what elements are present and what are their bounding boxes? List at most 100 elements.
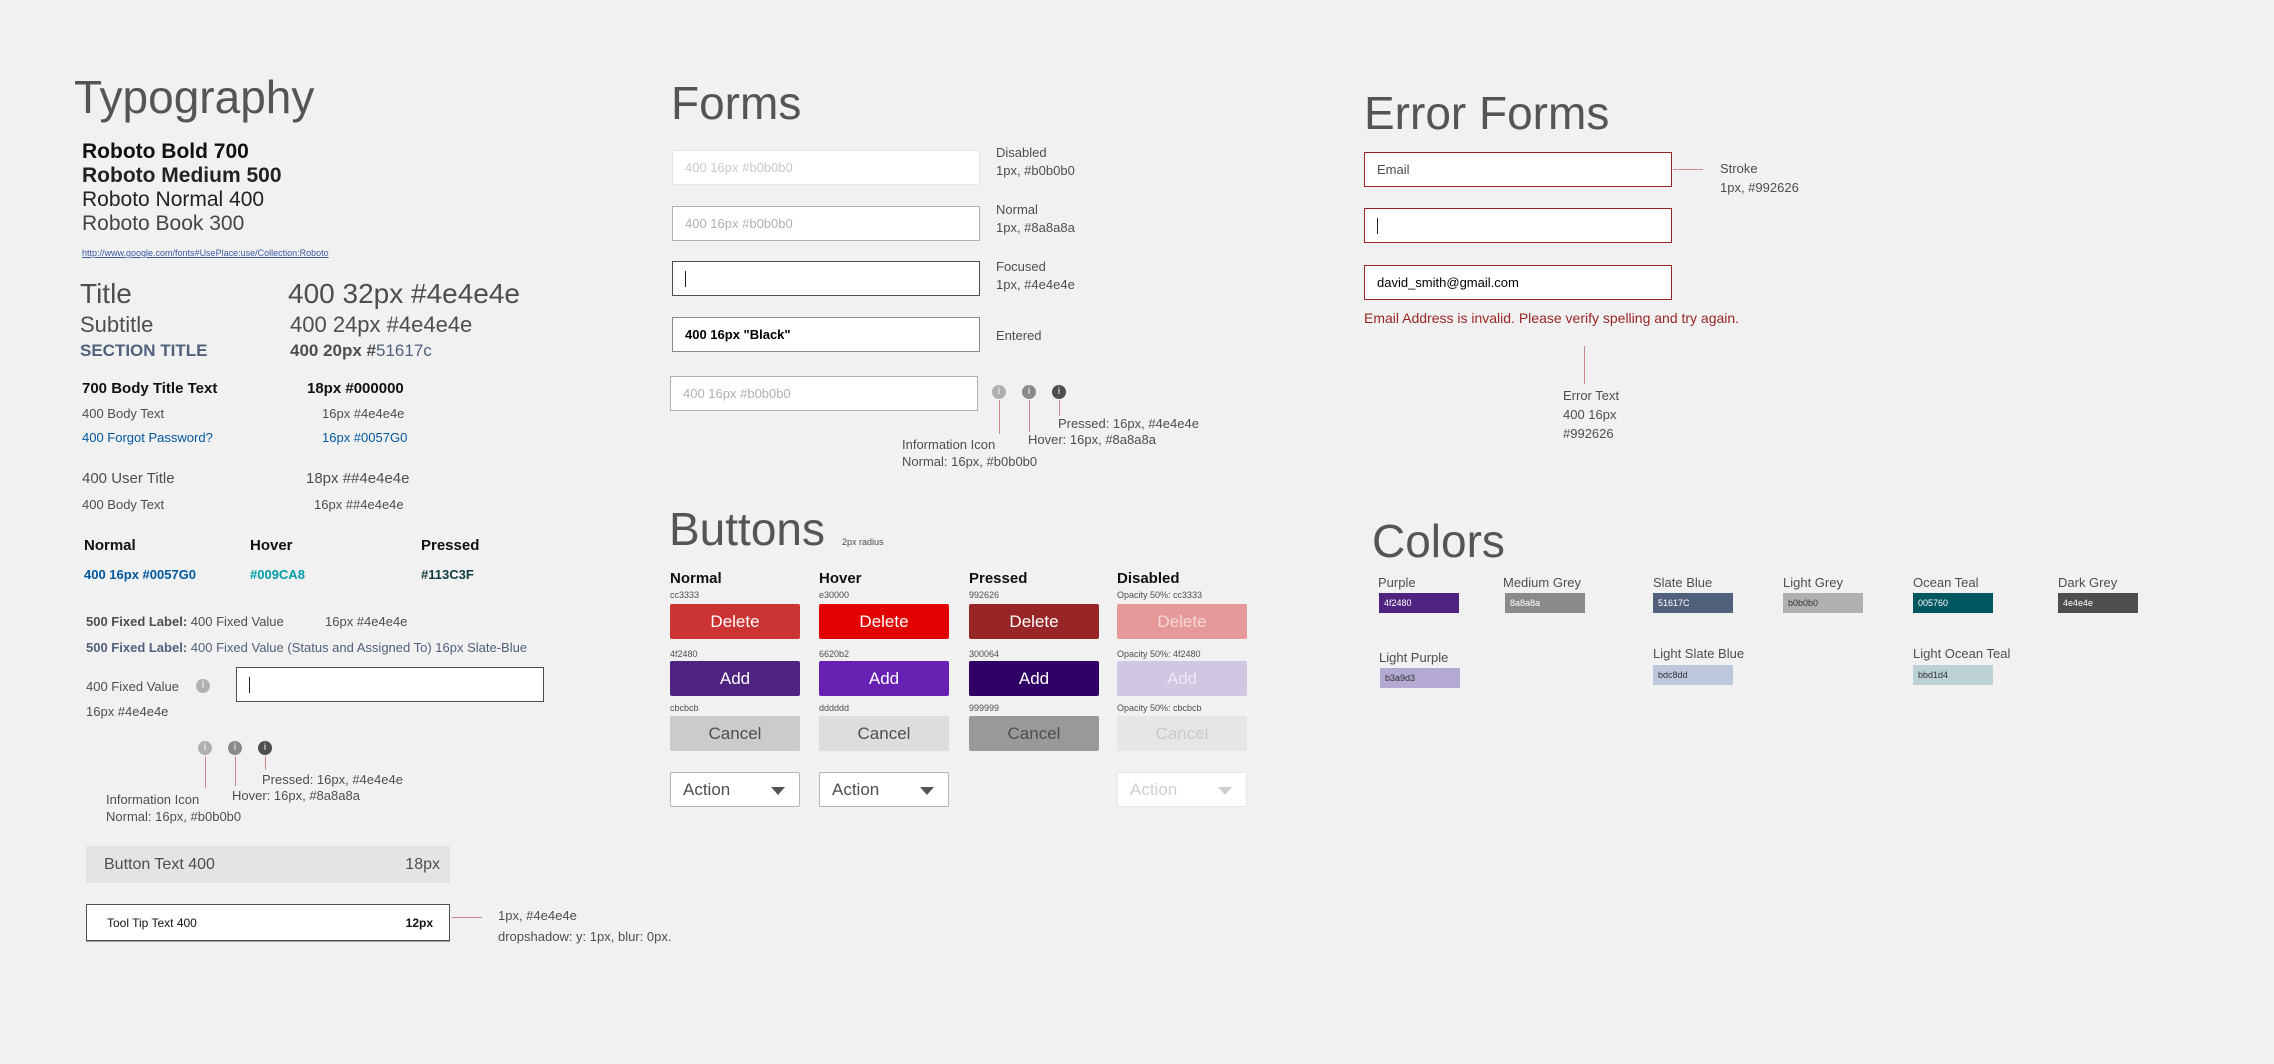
subtitle-spec: 400 24px #4e4e4e: [290, 312, 473, 337]
cancel-button-disabled: Cancel: [1117, 716, 1247, 751]
button-text-size: 18px: [405, 856, 440, 873]
callout-line: [1059, 400, 1060, 416]
swatch-name: Slate Blue: [1653, 575, 1713, 590]
fixed-value-text: 400 Fixed Value: [86, 679, 179, 694]
chevron-down-icon: [1218, 787, 1232, 795]
swatch-name: Ocean Teal: [1913, 575, 1979, 590]
hex-label: cbcbcb: [670, 703, 699, 713]
fixed1-spec: 16px #4e4e4e: [325, 614, 408, 629]
hex-label: 4f2480: [670, 649, 698, 659]
cancel-button-pressed[interactable]: Cancel: [969, 716, 1099, 751]
disabled-spec: 1px, #b0b0b0: [996, 163, 1075, 178]
normal-input[interactable]: 400 16px #b0b0b0: [672, 206, 980, 241]
hex-label: 6620b2: [819, 649, 850, 659]
info-icon[interactable]: i: [196, 679, 210, 693]
error-message: Email Address is invalid. Please verify …: [1364, 310, 1740, 326]
focused-error-input[interactable]: [1364, 208, 1672, 243]
callout-line: [1584, 346, 1585, 384]
body-text-spec: 16px #4e4e4e: [322, 406, 405, 421]
callout-line: [205, 756, 206, 788]
chevron-down-icon: [771, 787, 785, 795]
callout-line: [999, 400, 1000, 434]
body-title-sample: 700 Body Title Text: [82, 380, 218, 397]
add-button-normal[interactable]: Add: [670, 661, 800, 696]
color-swatch-ocean-teal: 005760: [1913, 593, 1993, 613]
forms-info-pressed: Pressed: 16px, #4e4e4e: [1058, 416, 1199, 431]
focused-input[interactable]: [672, 261, 980, 296]
tooltip-sample: Tool Tip Text 400 12px: [86, 904, 450, 941]
swatch-name: Medium Grey: [1503, 575, 1582, 590]
entered-label: Entered: [996, 328, 1042, 343]
fixed-label-row1: 500 Fixed Label: 400 Fixed Value: [86, 614, 284, 629]
title-spec: 400 32px #4e4e4e: [288, 278, 520, 309]
fixed-value-input[interactable]: [236, 667, 544, 702]
body-text2-sample: 400 Body Text: [82, 497, 165, 512]
fixed1-label: 500 Fixed Label:: [86, 614, 188, 629]
forgot-password-link[interactable]: 400 Forgot Password?: [82, 430, 213, 445]
cancel-button-normal[interactable]: Cancel: [670, 716, 800, 751]
callout-line: [235, 756, 236, 786]
tooltip-note2: dropshadow: y: 1px, blur: 0px.: [498, 929, 672, 944]
color-swatch-light-grey: b0b0b0: [1783, 593, 1863, 613]
info-icon-normal[interactable]: i: [198, 741, 212, 755]
fixed-value-spec: 16px #4e4e4e: [86, 704, 169, 719]
hex-label: 300064: [969, 649, 1000, 659]
color-swatch-light-purple: b3a9d3: [1380, 668, 1460, 688]
delete-button-normal[interactable]: Delete: [670, 604, 800, 639]
subtitle-sample: Subtitle: [80, 312, 154, 337]
icon-input[interactable]: 400 16px #b0b0b0: [670, 376, 978, 411]
font-link[interactable]: http://www.google.com/fonts#UsePlace:use…: [82, 248, 329, 258]
callout-line: [265, 756, 266, 770]
chevron-down-icon: [920, 787, 934, 795]
entered-input[interactable]: 400 16px "Black": [672, 317, 980, 352]
swatch-name: Dark Grey: [2058, 575, 2118, 590]
info-icon-pressed[interactable]: i: [1052, 385, 1066, 399]
callout-line: [452, 917, 482, 918]
info-icon-normal[interactable]: i: [992, 385, 1006, 399]
error-text-spec2: #992626: [1563, 426, 1614, 441]
state-normal-value: 400 16px #0057G0: [84, 567, 197, 582]
forms-heading: Forms: [671, 77, 802, 129]
forms-info-label: Information Icon: [902, 437, 996, 452]
info-icon-pressed[interactable]: i: [258, 741, 272, 755]
typography-heading: Typography: [74, 71, 315, 123]
normal-spec: 1px, #8a8a8a: [996, 220, 1075, 235]
action-dropdown-normal[interactable]: Action: [670, 772, 800, 807]
email-input[interactable]: Email: [1364, 152, 1672, 187]
add-button-pressed[interactable]: Add: [969, 661, 1099, 696]
swatch-name: Light Slate Blue: [1653, 646, 1745, 661]
color-swatch-dark-grey: 4e4e4e: [2058, 593, 2138, 613]
info-icon-hover[interactable]: i: [1022, 385, 1036, 399]
col-hover: Hover: [819, 570, 862, 587]
action-label: Action: [832, 779, 880, 799]
fixed1-value: 400 Fixed Value: [190, 614, 284, 629]
swatch-name: Light Grey: [1783, 575, 1843, 590]
tooltip-size: 12px: [405, 916, 433, 930]
weight-medium: Roboto Medium 500: [82, 164, 282, 187]
cancel-button-hover[interactable]: Cancel: [819, 716, 949, 751]
buttons-heading: Buttons: [669, 503, 825, 555]
action-dropdown-hover[interactable]: Action: [819, 772, 949, 807]
fixed-label-row2: 500 Fixed Label: 400 Fixed Value (Status…: [86, 640, 527, 655]
error-text-spec1: 400 16px: [1563, 407, 1617, 422]
weight-book: Roboto Book 300: [82, 212, 245, 235]
callout-line: [1029, 400, 1030, 432]
stroke-spec: 1px, #992626: [1720, 180, 1799, 195]
info-icon-hover[interactable]: i: [228, 741, 242, 755]
user-title-spec: 18px ##4e4e4e: [306, 470, 410, 487]
delete-button-hover[interactable]: Delete: [819, 604, 949, 639]
col-pressed: Pressed: [969, 570, 1028, 587]
hex-label: 992626: [969, 590, 1000, 600]
delete-button-disabled: Delete: [1117, 604, 1247, 639]
color-swatch-light-ocean-teal: bbd1d4: [1913, 665, 1993, 685]
email-error-input[interactable]: david_smith@gmail.com: [1364, 265, 1672, 300]
hex-label: e30000: [819, 590, 850, 600]
delete-button-pressed[interactable]: Delete: [969, 604, 1099, 639]
add-button-hover[interactable]: Add: [819, 661, 949, 696]
weight-bold: Roboto Bold 700: [82, 140, 249, 163]
color-swatch-medium-grey: 8a8a8a: [1505, 593, 1585, 613]
info-hover-spec: Hover: 16px, #8a8a8a: [232, 788, 360, 803]
body-text-sample: 400 Body Text: [82, 406, 165, 421]
section-spec-prefix: 400 20px #: [290, 341, 377, 360]
fixed2-label: 500 Fixed Label:: [86, 640, 188, 655]
